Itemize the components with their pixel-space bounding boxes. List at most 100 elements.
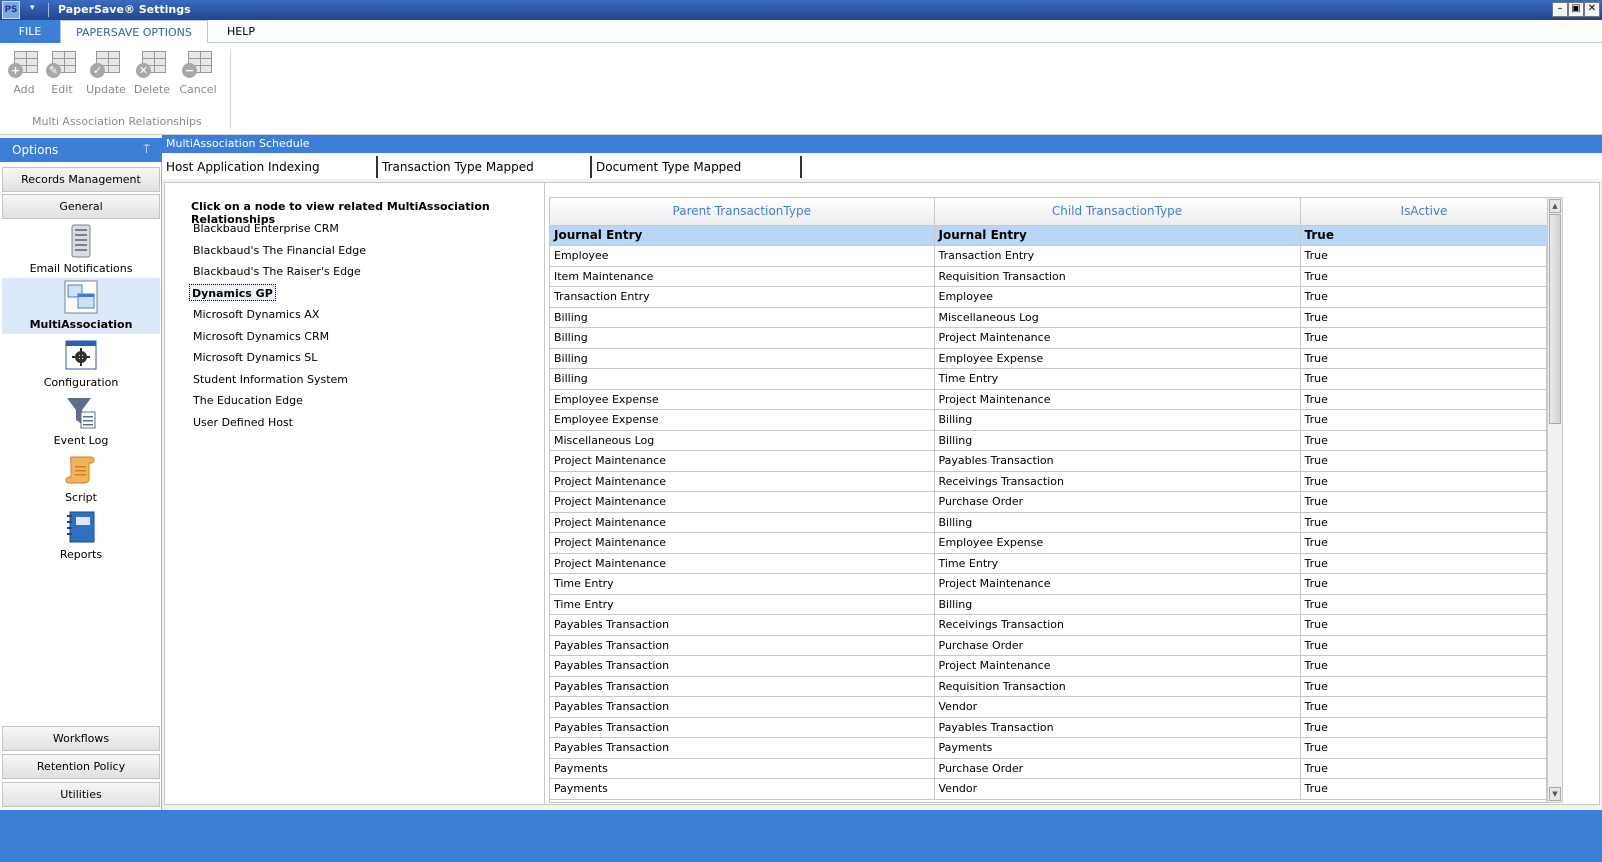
cell-parent-type[interactable]: Project Maintenance	[550, 553, 935, 574]
scroll-thumb[interactable]	[1549, 214, 1561, 424]
cell-child-type[interactable]: Purchase Order	[934, 491, 1301, 513]
table-row[interactable]: Billing Time Entry True	[550, 368, 1549, 390]
table-row[interactable]: Payables Transaction Payables Transaction…	[550, 717, 1549, 738]
cell-isactive[interactable]: True	[1300, 614, 1549, 636]
cell-isactive[interactable]: True	[1300, 225, 1549, 246]
cell-isactive[interactable]: True	[1300, 594, 1549, 615]
cell-child-type[interactable]: Vendor	[934, 778, 1301, 800]
cell-child-type[interactable]: Payments	[934, 737, 1301, 759]
cell-parent-type[interactable]: Project Maintenance	[550, 450, 935, 472]
cell-parent-type[interactable]: Project Maintenance	[550, 471, 935, 492]
cell-child-type[interactable]: Requisition Transaction	[934, 676, 1301, 697]
cell-child-type[interactable]: Employee	[934, 286, 1301, 308]
cell-isactive[interactable]: True	[1300, 635, 1549, 656]
cell-parent-type[interactable]: Billing	[550, 327, 935, 349]
cell-parent-type[interactable]: Employee Expense	[550, 409, 935, 431]
sidebar-item-configuration[interactable]: Configuration	[2, 336, 160, 392]
restore-button[interactable]: ▣	[1568, 2, 1584, 17]
cell-child-type[interactable]: Billing	[934, 594, 1301, 615]
cell-isactive[interactable]: True	[1300, 737, 1549, 759]
tab-document-type-mapped[interactable]: Document Type Mapped Association	[592, 156, 802, 196]
table-row[interactable]: Employee Expense Billing True	[550, 409, 1549, 431]
cell-parent-type[interactable]: Payments	[550, 778, 935, 800]
scroll-down-icon[interactable]: ▼	[1549, 787, 1561, 801]
sidebar-item-script[interactable]: Script	[2, 451, 160, 507]
cell-child-type[interactable]: Receivings Transaction	[934, 614, 1301, 636]
table-row[interactable]: Payments Vendor True	[550, 778, 1549, 800]
cell-parent-type[interactable]: Payables Transaction	[550, 676, 935, 697]
cell-isactive[interactable]: True	[1300, 430, 1549, 451]
column-header-parent[interactable]: Parent TransactionType	[550, 198, 935, 226]
cell-parent-type[interactable]: Item Maintenance	[550, 266, 935, 287]
cell-isactive[interactable]: True	[1300, 655, 1549, 677]
table-row[interactable]: Time Entry Billing True	[550, 594, 1549, 615]
table-row[interactable]: Payables Transaction Requisition Transact…	[550, 676, 1549, 697]
table-row[interactable]: Billing Miscellaneous Log True	[550, 307, 1549, 328]
cell-child-type[interactable]: Payables Transaction	[934, 450, 1301, 472]
sidebar-item-reports[interactable]: Reports	[2, 508, 160, 564]
cell-isactive[interactable]: True	[1300, 245, 1549, 267]
cell-isactive[interactable]: True	[1300, 286, 1549, 308]
tree-node[interactable]: Student Information System	[191, 371, 350, 388]
pin-icon[interactable]: ⍑	[143, 138, 150, 162]
cell-parent-type[interactable]: Miscellaneous Log	[550, 430, 935, 451]
cell-child-type[interactable]: Transaction Entry	[934, 245, 1301, 267]
tree-node[interactable]: Blackbaud's The Financial Edge	[191, 242, 368, 259]
cell-child-type[interactable]: Project Maintenance	[934, 389, 1301, 410]
cell-isactive[interactable]: True	[1300, 327, 1549, 349]
quick-access-dropdown-icon[interactable]: ▾	[30, 3, 35, 13]
cell-child-type[interactable]: Time Entry	[934, 368, 1301, 390]
table-row[interactable]: Time Entry Project Maintenance True	[550, 573, 1549, 595]
sidebar-item-email-notifications[interactable]: Email Notifications	[2, 222, 160, 278]
table-row[interactable]: Project Maintenance Time Entry True	[550, 553, 1549, 574]
close-button[interactable]: ✕	[1584, 2, 1600, 17]
cell-child-type[interactable]: Requisition Transaction	[934, 266, 1301, 287]
cell-isactive[interactable]: True	[1300, 491, 1549, 513]
cell-isactive[interactable]: True	[1300, 532, 1549, 554]
cell-parent-type[interactable]: Transaction Entry	[550, 286, 935, 308]
cell-parent-type[interactable]: Payables Transaction	[550, 614, 935, 636]
cell-isactive[interactable]: True	[1300, 553, 1549, 574]
sidebar-retention-policy[interactable]: Retention Policy	[2, 754, 160, 779]
cell-parent-type[interactable]: Project Maintenance	[550, 491, 935, 513]
table-row[interactable]: Project Maintenance Purchase Order True	[550, 491, 1549, 513]
tree-node[interactable]: Blackbaud Enterprise CRM	[191, 220, 341, 237]
cell-child-type[interactable]: Time Entry	[934, 553, 1301, 574]
cell-child-type[interactable]: Project Maintenance	[934, 655, 1301, 677]
cell-isactive[interactable]: True	[1300, 778, 1549, 800]
tree-node[interactable]: Microsoft Dynamics SL	[191, 349, 319, 366]
tree-node[interactable]: Microsoft Dynamics AX	[191, 306, 321, 323]
cell-isactive[interactable]: True	[1300, 717, 1549, 738]
cell-child-type[interactable]: Employee Expense	[934, 348, 1301, 369]
table-row[interactable]: Billing Employee Expense True	[550, 348, 1549, 369]
table-row[interactable]: Project Maintenance Receivings Transactio…	[550, 471, 1549, 492]
delete-button[interactable]: ✕ Delete	[132, 49, 172, 101]
cell-isactive[interactable]: True	[1300, 512, 1549, 533]
cell-isactive[interactable]: True	[1300, 409, 1549, 431]
cell-isactive[interactable]: True	[1300, 389, 1549, 410]
sidebar-item-event-log[interactable]: Event Log	[2, 394, 160, 450]
table-row[interactable]: Project Maintenance Billing True	[550, 512, 1549, 533]
sidebar-records-management[interactable]: Records Management	[2, 167, 160, 192]
cell-parent-type[interactable]: Journal Entry	[550, 225, 935, 246]
tab-transaction-type-mapped[interactable]: Transaction Type Mapped Association	[378, 156, 592, 196]
tree-node[interactable]: Blackbaud's The Raiser's Edge	[191, 263, 363, 280]
table-row[interactable]: Payables Transaction Receivings Transacti…	[550, 614, 1549, 636]
cell-child-type[interactable]: Receivings Transaction	[934, 471, 1301, 492]
table-row[interactable]: Payments Purchase Order True	[550, 758, 1549, 779]
table-row[interactable]: Journal Entry Journal Entry True	[550, 225, 1549, 246]
cell-parent-type[interactable]: Billing	[550, 307, 935, 328]
tree-node[interactable]: Microsoft Dynamics CRM	[191, 328, 331, 345]
cell-isactive[interactable]: True	[1300, 266, 1549, 287]
cell-child-type[interactable]: Journal Entry	[934, 225, 1301, 246]
cell-parent-type[interactable]: Payables Transaction	[550, 696, 935, 718]
minimize-button[interactable]: –	[1552, 2, 1568, 17]
table-row[interactable]: Payables Transaction Vendor True	[550, 696, 1549, 718]
table-row[interactable]: Project Maintenance Employee Expense True	[550, 532, 1549, 554]
cell-child-type[interactable]: Billing	[934, 512, 1301, 533]
table-row[interactable]: Project Maintenance Payables Transaction T…	[550, 450, 1549, 472]
cell-parent-type[interactable]: Billing	[550, 368, 935, 390]
cell-isactive[interactable]: True	[1300, 676, 1549, 697]
cell-child-type[interactable]: Payables Transaction	[934, 717, 1301, 738]
tab-papersave-options[interactable]: PAPERSAVE OPTIONS	[60, 20, 208, 44]
